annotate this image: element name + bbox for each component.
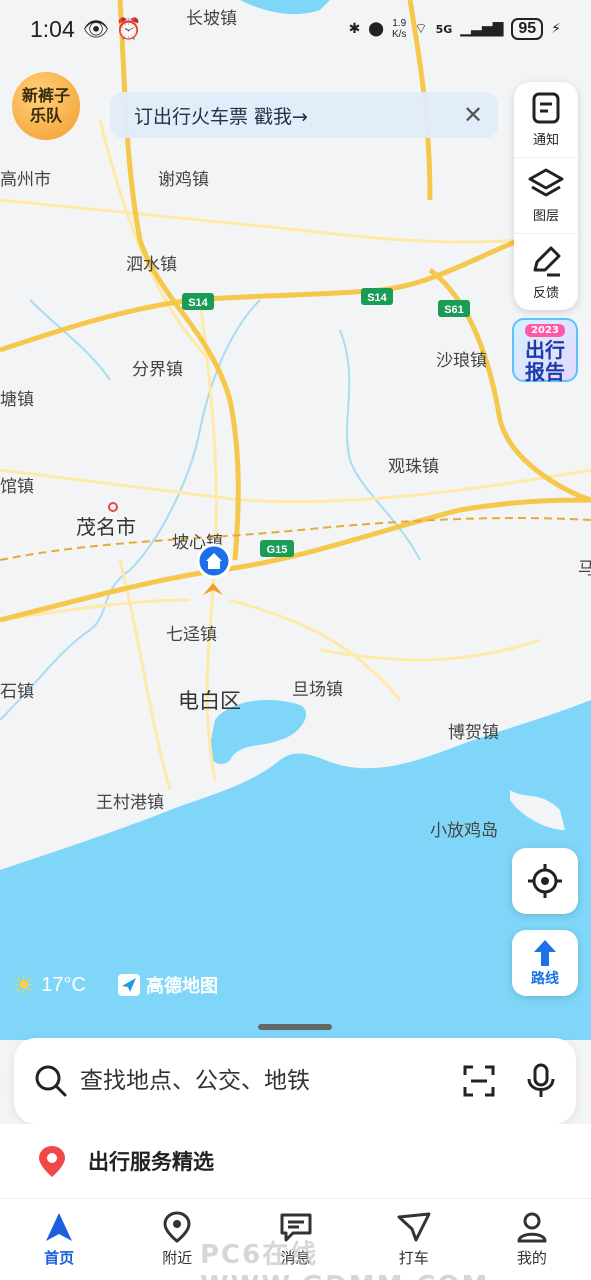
weather-widget[interactable]: ☀ 17°C — [12, 970, 86, 1001]
close-icon[interactable]: ✕ — [458, 100, 488, 130]
status-time: 1:04 — [30, 15, 75, 42]
svg-text:G15: G15 — [267, 544, 288, 556]
svg-text:S61: S61 — [444, 304, 464, 316]
report-line1: 出行 — [525, 338, 565, 362]
charging-icon: ⚡ — [551, 21, 561, 37]
net-speed: 1.9 K/s — [391, 18, 407, 40]
map-canvas[interactable]: S14 S14 S61 G15 长坡镇 高州市 谢鸡镇 泗水镇 分界镇 沙琅镇 … — [0, 0, 591, 1040]
layers-button[interactable]: 图层 — [514, 158, 578, 234]
svg-text:S14: S14 — [188, 297, 208, 309]
microphone-icon[interactable] — [526, 1063, 556, 1099]
map-label: 七迳镇 — [166, 625, 217, 645]
road-shield: S61 — [438, 300, 470, 317]
banner-text: 订出行火车票 戳我→ — [134, 105, 308, 128]
alarm-icon: ⏰ — [115, 16, 142, 41]
brand-name: 高德地图 — [146, 976, 218, 997]
map-label: 王村港镇 — [96, 793, 164, 813]
road-shield: G15 — [260, 540, 294, 557]
nearby-pin-icon — [163, 1211, 191, 1243]
route-button[interactable]: 路线 — [512, 930, 578, 996]
sun-icon: ☀ — [12, 970, 36, 1000]
signal-icon: ▁▃▅▇ — [460, 21, 504, 37]
svg-text:S14: S14 — [367, 292, 387, 304]
road-shield: S14 — [182, 293, 214, 310]
bluetooth-icon: ✱ — [348, 21, 361, 37]
map-label: 博贺镇 — [448, 723, 499, 743]
nav-label: 附近 — [162, 1249, 193, 1267]
scan-icon[interactable] — [462, 1064, 496, 1098]
map-label: 茂名市 — [76, 515, 136, 539]
edit-pen-icon — [533, 246, 561, 276]
feedback-label: 反馈 — [532, 285, 559, 301]
report-line2: 报告 — [525, 360, 565, 384]
crosshair-icon — [528, 864, 562, 898]
locate-me-button[interactable] — [512, 848, 578, 914]
feedback-button[interactable]: 反馈 — [514, 234, 578, 310]
train-ticket-banner[interactable]: 订出行火车票 戳我→ ✕ — [110, 92, 498, 138]
map-label: 馆镇 — [0, 477, 34, 497]
map-label: 塘镇 — [0, 390, 34, 410]
nav-home[interactable]: 首页 — [0, 1199, 118, 1280]
road-shield: S14 — [361, 288, 393, 305]
map-label: 分界镇 — [132, 360, 183, 380]
notify-label: 通知 — [532, 133, 559, 148]
location-pin-icon — [39, 1146, 65, 1177]
temperature: 17°C — [41, 974, 86, 996]
search-bar[interactable] — [14, 1038, 576, 1124]
layers-label: 图层 — [532, 209, 559, 224]
notify-button[interactable]: 通知 — [514, 82, 578, 158]
network-type: 5G — [435, 22, 453, 36]
promo-badge[interactable]: 新裤子 乐队 — [12, 72, 80, 140]
layers-icon — [528, 168, 564, 197]
watermark: PC6在线 WWW.GDMM.COM — [200, 1240, 487, 1280]
map-label: 石镇 — [0, 682, 34, 702]
wifi-icon: ⌔ — [414, 21, 428, 37]
map-label: 旦场镇 — [292, 680, 343, 700]
battery-indicator: 95 — [511, 18, 544, 40]
location-icon: ⬤ — [368, 21, 384, 37]
amap-logo-icon — [118, 974, 140, 996]
notification-icon — [532, 92, 560, 124]
navigation-arrow-icon — [46, 1213, 73, 1241]
nav-label: 首页 — [44, 1249, 75, 1267]
brand-logo: 高德地图 — [118, 972, 218, 998]
map-label: 电白区 — [178, 689, 241, 713]
map-label: 观珠镇 — [388, 457, 439, 477]
map-label: 小放鸡岛 — [430, 821, 498, 841]
search-icon — [35, 1065, 67, 1097]
route-label: 路线 — [531, 971, 559, 987]
map-label: 高州市 — [0, 170, 51, 190]
eye-icon: 👁 — [82, 16, 110, 41]
travel-services-section[interactable]: 出行服务精选 — [0, 1124, 591, 1198]
map-label: 马 — [578, 559, 591, 579]
travel-report-button[interactable]: 2023 出行 报告 — [512, 318, 578, 384]
map-label: 谢鸡镇 — [158, 170, 209, 190]
map-tool-panel: 通知 图层 反馈 — [514, 82, 578, 310]
search-input[interactable] — [80, 1068, 462, 1094]
report-year: 2023 — [525, 324, 565, 337]
map-label: 泗水镇 — [126, 255, 177, 275]
status-bar: 1:04 👁 ⏰ ✱ ⬤ 1.9 K/s ⌔ 5G ▁▃▅▇ 95 ⚡ — [0, 0, 591, 58]
map-label: 沙琅镇 — [436, 351, 487, 371]
sheet-drag-handle[interactable] — [258, 1024, 332, 1030]
services-title: 出行服务精选 — [88, 1150, 214, 1174]
route-arrow-icon — [534, 940, 556, 966]
